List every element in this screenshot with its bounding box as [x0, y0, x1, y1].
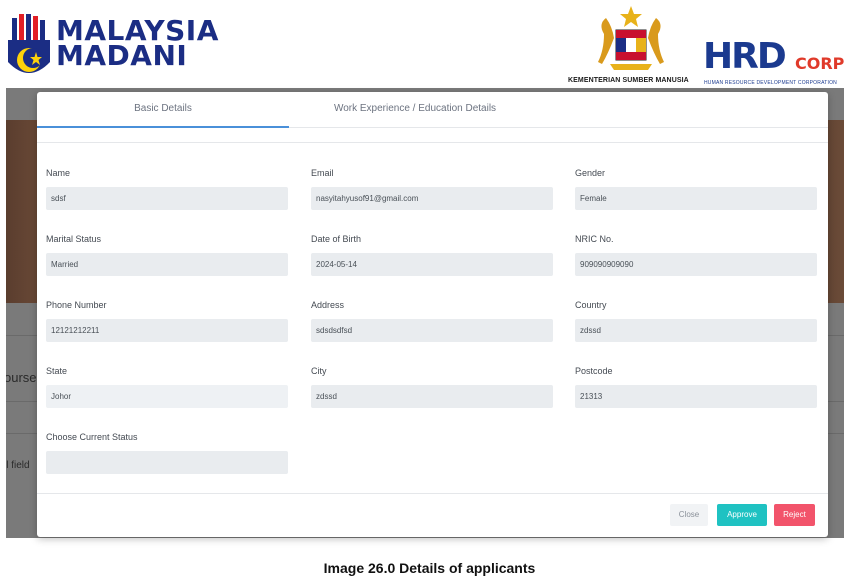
city-field[interactable]: zdssd: [311, 385, 553, 408]
phone-number-label: Phone Number: [46, 300, 107, 310]
malaysia-madani-logo: MALAYSIA MADANI: [6, 14, 218, 86]
nric-label: NRIC No.: [575, 234, 614, 244]
reject-button[interactable]: Reject: [774, 504, 815, 526]
postcode-field[interactable]: 21313: [575, 385, 817, 408]
address-field[interactable]: sdsdsdfsd: [311, 319, 553, 342]
hrd-wordmark: HRD: [703, 36, 787, 77]
modal-tabs: Basic Details Work Experience / Educatio…: [37, 92, 828, 128]
gender-field[interactable]: Female: [575, 187, 817, 210]
tab-basic-details[interactable]: Basic Details: [37, 92, 289, 128]
approve-button[interactable]: Approve: [717, 504, 767, 526]
current-status-label: Choose Current Status: [46, 432, 138, 442]
corp-wordmark: CORP: [795, 54, 845, 73]
nric-field[interactable]: 909090909090: [575, 253, 817, 276]
country-label: Country: [575, 300, 607, 310]
city-label: City: [311, 366, 327, 376]
postcode-label: Postcode: [575, 366, 613, 376]
state-label: State: [46, 366, 68, 376]
madani-emblem-icon: [8, 14, 50, 73]
close-button[interactable]: Close: [670, 504, 708, 526]
date-of-birth-field[interactable]: 2024-05-14: [311, 253, 553, 276]
gender-label: Gender: [575, 168, 606, 178]
tab-work-experience-education[interactable]: Work Experience / Education Details: [289, 92, 541, 128]
marital-status-label: Marital Status: [46, 234, 102, 244]
hrd-corp-logo: HRD CORP HUMAN RESOURCE DEVELOPMENT CORP…: [703, 38, 847, 88]
email-field[interactable]: nasyitahyusof91@gmail.com: [311, 187, 553, 210]
modal-footer-divider: [37, 493, 828, 494]
name-field[interactable]: sdsf: [46, 187, 288, 210]
coat-of-arms-icon: [598, 6, 664, 70]
marital-status-field[interactable]: Married: [46, 253, 288, 276]
section-divider: [37, 142, 828, 143]
ministry-name: KEMENTERIAN SUMBER MANUSIA: [568, 77, 689, 84]
phone-number-field[interactable]: 12121212211: [46, 319, 288, 342]
country-field[interactable]: zdssd: [575, 319, 817, 342]
address-label: Address: [311, 300, 345, 310]
background-field-text: ll field: [6, 460, 30, 471]
background-course-text: ourse: [6, 370, 37, 385]
state-select[interactable]: Johor: [46, 385, 288, 408]
ministry-logo: KEMENTERIAN SUMBER MANUSIA: [568, 4, 692, 86]
email-label: Email: [311, 168, 334, 178]
applicant-details-modal: Basic Details Work Experience / Educatio…: [37, 92, 828, 537]
hrd-subtitle: HUMAN RESOURCE DEVELOPMENT CORPORATION: [704, 80, 837, 86]
current-status-select[interactable]: [46, 451, 288, 474]
figure-caption: Image 26.0 Details of applicants: [323, 560, 536, 576]
document-page: MALAYSIA MADANI KEMENTERIAN SUMBER MANUS…: [0, 0, 859, 583]
header-logos: MALAYSIA MADANI KEMENTERIAN SUMBER MANUS…: [0, 0, 859, 88]
name-label: Name: [46, 168, 71, 178]
date-of-birth-label: Date of Birth: [311, 234, 362, 244]
madani-wordmark: MALAYSIA MADANI: [56, 17, 219, 70]
